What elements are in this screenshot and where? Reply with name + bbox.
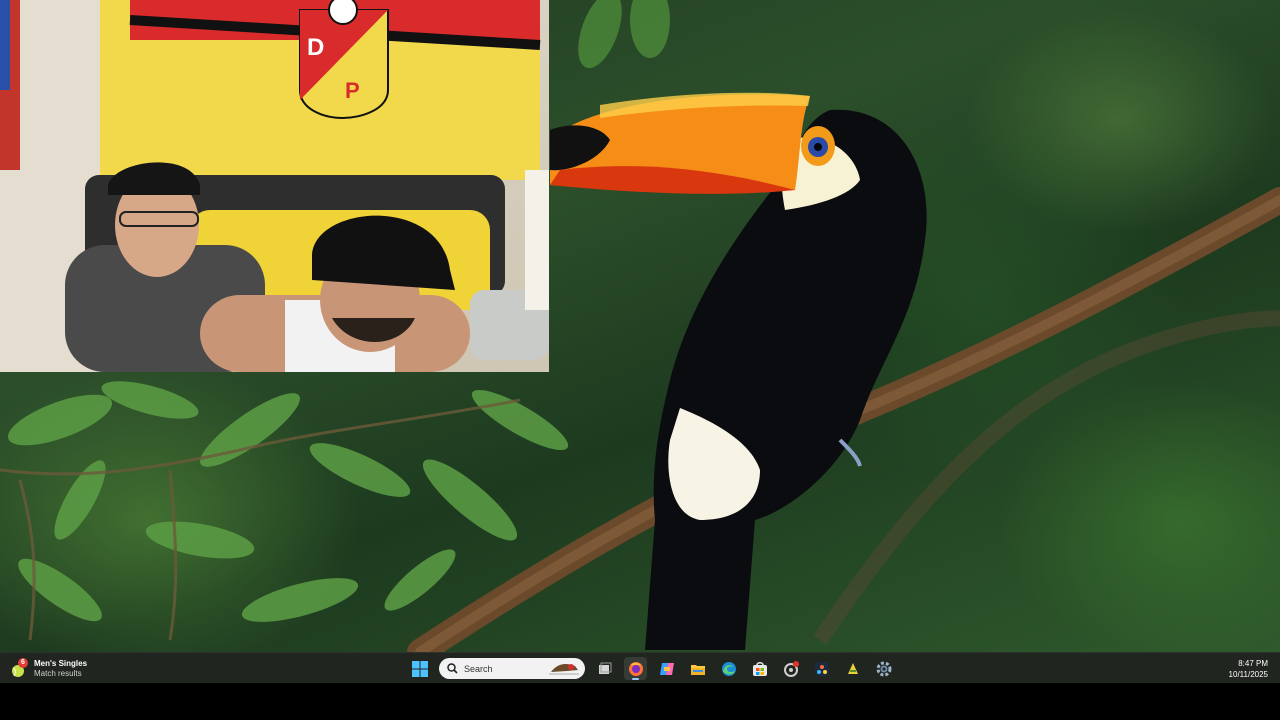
widget-title: Men's Singles bbox=[34, 658, 88, 668]
yellow-app-icon bbox=[847, 662, 858, 674]
widget-badge: 6 bbox=[18, 657, 28, 668]
taskbar-apps: Search bbox=[408, 656, 895, 681]
letterbox-bar bbox=[0, 683, 1280, 720]
file-explorer-button[interactable] bbox=[686, 657, 709, 680]
editor-app-button[interactable] bbox=[810, 657, 833, 680]
search-icon bbox=[447, 663, 458, 674]
task-view-icon bbox=[598, 662, 611, 674]
windows-logo-icon bbox=[411, 660, 428, 677]
folder-icon bbox=[690, 664, 705, 675]
circular-app-icon bbox=[783, 660, 799, 677]
svg-text:D: D bbox=[307, 34, 324, 61]
widget-subtitle: Match results bbox=[34, 668, 82, 678]
search-placeholder: Search bbox=[464, 663, 493, 674]
copilot-button[interactable] bbox=[655, 657, 678, 680]
clock-time: 8:47 PM bbox=[1238, 659, 1268, 668]
firefox-icon bbox=[628, 661, 643, 676]
edge-icon bbox=[721, 661, 736, 676]
editor-icon bbox=[814, 661, 829, 676]
firefox-button[interactable] bbox=[624, 657, 647, 680]
store-icon bbox=[752, 661, 767, 676]
gear-icon bbox=[876, 661, 891, 676]
clock-date: 10/11/2025 bbox=[1228, 670, 1268, 679]
news-widget[interactable]: 6 Men's Singles Match results bbox=[10, 656, 87, 681]
webcam-feed-image: D P bbox=[0, 0, 549, 372]
webcam-overlay: D P bbox=[0, 0, 549, 372]
tennis-ball-icon: 6 bbox=[10, 657, 28, 678]
search-highlight-icon bbox=[549, 664, 579, 675]
start-button[interactable] bbox=[408, 657, 431, 680]
settings-button[interactable] bbox=[872, 657, 895, 680]
yellow-app-button[interactable] bbox=[841, 657, 864, 680]
taskbar-search-box[interactable]: Search bbox=[439, 658, 585, 679]
badged-app-button[interactable] bbox=[779, 657, 802, 680]
copilot-icon bbox=[659, 662, 674, 675]
svg-text:P: P bbox=[345, 78, 360, 103]
taskbar: 6 Men's Singles Match results Search 8:4… bbox=[0, 652, 1280, 683]
edge-button[interactable] bbox=[717, 657, 740, 680]
microsoft-store-button[interactable] bbox=[748, 657, 771, 680]
system-clock[interactable]: 8:47 PM 10/11/2025 bbox=[1229, 658, 1268, 680]
task-view-button[interactable] bbox=[593, 657, 616, 680]
